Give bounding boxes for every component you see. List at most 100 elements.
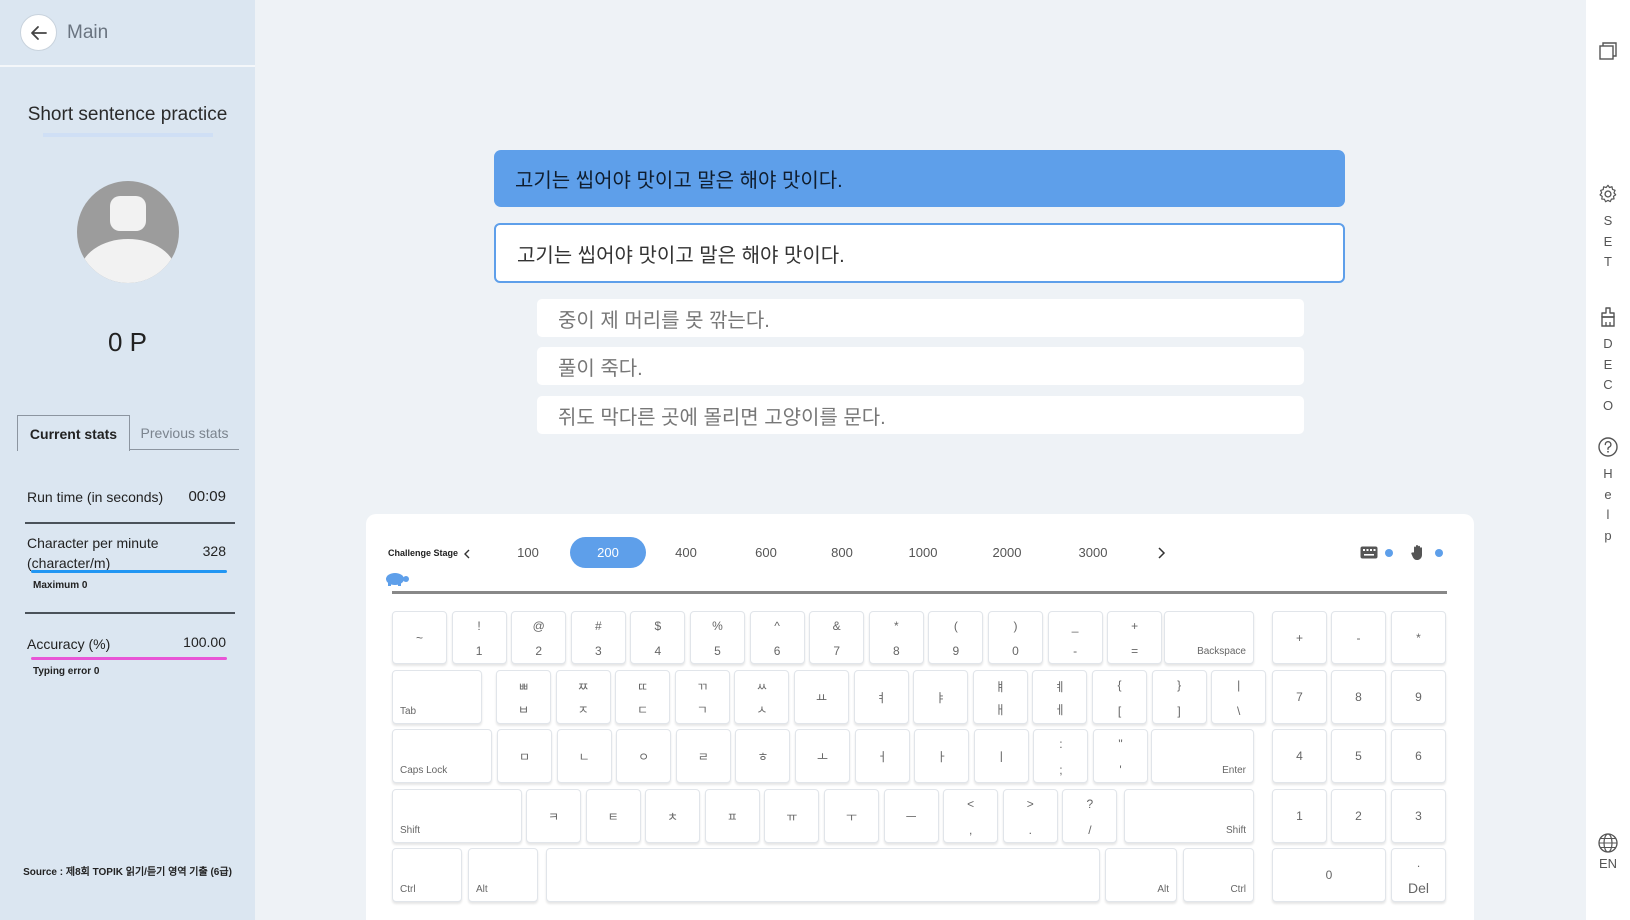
key[interactable]: ㅓ <box>854 729 910 783</box>
key[interactable]: ㅗ <box>795 729 850 783</box>
key[interactable]: ㅏ <box>914 729 970 783</box>
chevron-right-icon[interactable] <box>1156 547 1166 559</box>
key[interactable]: ㅇ <box>616 729 672 783</box>
key[interactable]: $4 <box>630 611 686 664</box>
keyboard-icon[interactable] <box>1360 546 1378 559</box>
key[interactable]: ㅍ <box>704 789 760 843</box>
stage-option[interactable]: 800 <box>817 537 867 568</box>
key[interactable]: " ' <box>1093 729 1148 783</box>
numpad-key[interactable]: * <box>1391 611 1446 664</box>
key[interactable]: ㄴ <box>556 729 612 783</box>
numpad-del-key[interactable]: . Del <box>1391 848 1446 902</box>
enter-key[interactable]: Enter <box>1151 729 1254 783</box>
key[interactable]: ㅠ <box>764 789 820 843</box>
numpad-key[interactable]: 6 <box>1391 729 1446 783</box>
key[interactable]: ㅊ <box>645 789 701 843</box>
stage-option[interactable]: 400 <box>661 537 711 568</box>
right-shift-key[interactable]: Shift <box>1124 789 1254 843</box>
key[interactable]: }] <box>1151 670 1207 724</box>
stage-option[interactable]: 600 <box>741 537 791 568</box>
help-menu-button[interactable]: H e l p <box>1586 436 1630 546</box>
numpad-key[interactable]: 4 <box>1272 729 1327 783</box>
back-label[interactable]: Main <box>67 22 108 44</box>
numpad-key[interactable]: 9 <box>1391 670 1446 724</box>
deco-menu-button[interactable]: D E C O <box>1586 306 1630 416</box>
key[interactable]: ㅡ <box>883 789 939 843</box>
numpad-key[interactable]: 3 <box>1391 789 1446 843</box>
numpad-key[interactable]: 1 <box>1272 789 1327 843</box>
key[interactable]: | \ <box>1211 670 1267 724</box>
key[interactable]: + = <box>1107 611 1163 664</box>
keyboard-toggle-dot[interactable] <box>1385 549 1393 557</box>
key[interactable]: ㅃㅂ <box>496 670 551 724</box>
caps-lock-key[interactable]: Caps Lock <box>392 729 492 783</box>
key[interactable]: % 5 <box>690 611 745 664</box>
left-alt-key[interactable]: Alt <box>468 848 538 902</box>
key[interactable]: #3 <box>570 611 626 664</box>
set-menu-button[interactable]: S E T <box>1586 183 1630 273</box>
stage-option[interactable]: 2000 <box>982 537 1032 568</box>
numpad-key[interactable]: 8 <box>1331 670 1386 724</box>
key[interactable]: ㅒㅐ <box>972 670 1028 724</box>
window-toggle-button[interactable] <box>1586 40 1630 62</box>
stage-option[interactable]: 100 <box>503 537 553 568</box>
numpad-key[interactable]: 7 <box>1272 670 1327 724</box>
key[interactable]: _ - <box>1047 611 1103 664</box>
key[interactable]: ^ 6 <box>749 611 805 664</box>
stage-option[interactable]: 1000 <box>898 537 948 568</box>
key[interactable]: ㄸㄷ <box>615 670 671 724</box>
hand-toggle-dot[interactable] <box>1435 549 1443 557</box>
right-ctrl-key[interactable]: Ctrl <box>1183 848 1254 902</box>
key[interactable]: ㅆㅅ <box>734 670 790 724</box>
key[interactable]: (9 <box>928 611 984 664</box>
key[interactable]: {[ <box>1092 670 1147 724</box>
numpad-key[interactable]: + <box>1272 611 1327 664</box>
left-ctrl-key[interactable]: Ctrl <box>392 848 462 902</box>
tab-key[interactable]: Tab <box>392 670 482 724</box>
key[interactable]: ㅜ <box>824 789 879 843</box>
key[interactable]: ~ <box>392 611 447 664</box>
back-button[interactable] <box>20 14 57 51</box>
key[interactable]: ㅕ <box>853 670 909 724</box>
key[interactable]: ㅑ <box>913 670 969 724</box>
key[interactable]: & 7 <box>809 611 865 664</box>
tab-current-stats[interactable]: Current stats <box>17 415 130 451</box>
key[interactable]: <, <box>943 789 999 843</box>
space-key[interactable] <box>546 848 1100 902</box>
chevron-left-icon[interactable] <box>463 549 471 559</box>
key[interactable]: * 8 <box>868 611 924 664</box>
deco-label: D E C O <box>1602 336 1614 413</box>
numpad-zero-key[interactable]: 0 <box>1272 848 1386 902</box>
key[interactable]: @2 <box>511 611 567 664</box>
key[interactable]: ㅌ <box>585 789 641 843</box>
key[interactable]: :; <box>1033 729 1089 783</box>
right-alt-key[interactable]: Alt <box>1105 848 1177 902</box>
key-label: ㅕ <box>875 690 887 705</box>
backspace-key[interactable]: Backspace <box>1164 611 1254 664</box>
key[interactable]: >. <box>1002 789 1058 843</box>
key[interactable]: ㅉㅈ <box>555 670 611 724</box>
numpad-key[interactable]: 5 <box>1331 729 1386 783</box>
key-label: 2 <box>1355 809 1362 823</box>
key[interactable]: ) 0 <box>988 611 1043 664</box>
numpad-key[interactable]: - <box>1331 611 1386 664</box>
tab-previous-stats[interactable]: Previous stats <box>130 415 239 450</box>
key[interactable]: ㅛ <box>794 670 849 724</box>
key[interactable]: ! 1 <box>451 611 507 664</box>
key[interactable]: ㄹ <box>675 729 731 783</box>
key[interactable]: ㄲㄱ <box>674 670 730 724</box>
typing-input[interactable]: 고기는 씹어야 맛이고 말은 해야 맛이다. <box>494 223 1345 283</box>
key-shift-label: ! <box>477 619 481 633</box>
key[interactable]: ㅁ <box>497 729 552 783</box>
numpad-key[interactable]: 2 <box>1331 789 1386 843</box>
key[interactable]: ㅣ <box>973 729 1029 783</box>
key[interactable]: ㅎ <box>735 729 791 783</box>
stage-option[interactable]: 3000 <box>1068 537 1118 568</box>
key[interactable]: ? / <box>1062 789 1118 843</box>
hand-icon[interactable] <box>1410 544 1426 561</box>
left-shift-key[interactable]: Shift <box>392 789 522 843</box>
stage-option[interactable]: 200 <box>570 537 646 568</box>
key[interactable]: ㅋ <box>526 789 581 843</box>
key[interactable]: ㅖㅔ <box>1032 670 1088 724</box>
language-button[interactable]: EN <box>1586 832 1630 875</box>
